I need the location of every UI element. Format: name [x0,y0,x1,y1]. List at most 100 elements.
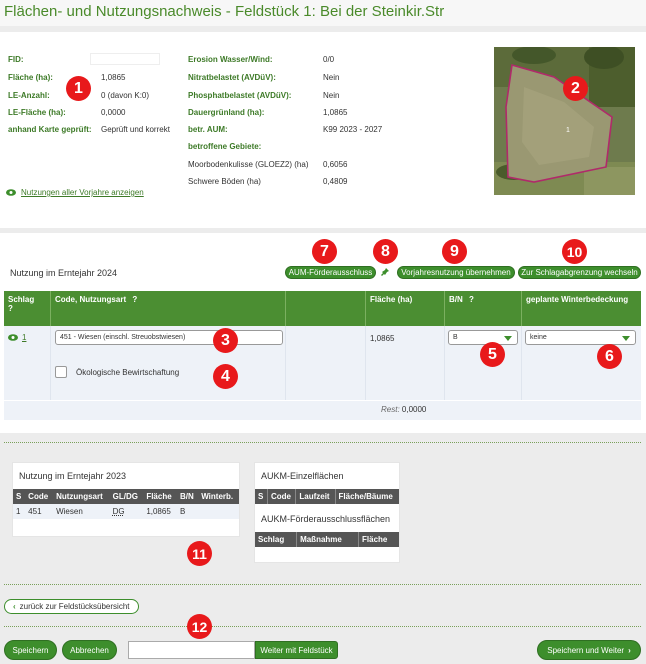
vorjahresnutzung-button[interactable]: Vorjahresnutzung übernehmen [397,266,515,279]
bn-select-value: B [453,334,458,341]
dauergruenland-label: Dauergrünland (ha): [188,108,265,117]
cell-empty [286,326,366,400]
map-field-number: 1 [566,127,570,134]
marker-2: 2 [563,76,588,101]
flaeche-value: 1,0865 [101,73,126,82]
pin-icon[interactable] [380,267,390,277]
prev-h-s: S [13,489,26,504]
chevron-right-icon: › [628,645,631,655]
schlag-link[interactable]: 1 [22,333,26,342]
karte-label: anhand Karte geprüft: [8,125,92,134]
dauergruenland-value: 1,0865 [323,108,348,117]
rest-label-text: Rest: [381,405,400,414]
nutzung-title: Nutzung im Erntejahr 2024 [10,268,118,278]
col-bn-help[interactable]: ? [469,295,474,304]
prev-c-s: 1 [16,507,21,516]
schlag-cell[interactable]: 1 [8,333,26,342]
marker-7: 7 [312,239,337,264]
marker-3: 3 [213,328,238,353]
code-input[interactable]: 451 - Wiesen (einschl. Streuobstwiesen) [55,330,283,345]
marker-8: 8 [373,239,398,264]
gebiete-label: betroffene Gebiete: [188,142,262,151]
aukm-einzel-header-row: S Code Laufzeit Fläche/Bäume [255,489,399,504]
prev-c-flaeche: 1,0865 [146,507,171,516]
col-winter: geplante Winterbedeckung [526,295,629,304]
prev-year-header-row: S Code Nutzungsart GL/DG Fläche B/N Wint… [13,489,239,504]
erosion-label: Erosion Wasser/Wind: [188,55,273,64]
col-bn-label: B/N [449,295,463,304]
feldstueck-input[interactable] [128,641,255,659]
vorjahre-link-text[interactable]: Nutzungen aller Vorjahre anzeigen [21,188,144,197]
flaeche-label: Fläche (ha): [8,73,53,82]
save-next-label: Speichern und Weiter [547,645,625,655]
aum-value: K99 2023 - 2027 [323,125,383,134]
marker-4: 4 [213,364,238,389]
oeko-checkbox[interactable] [55,366,67,378]
divider [4,626,641,627]
prev-c-gldg: DG [112,507,125,516]
prev-h-flaeche: Fläche [143,489,177,504]
karte-value: Geprüft und korrekt [101,125,170,134]
prev-c-nutzungsart: Wiesen [56,507,83,516]
aukm-ausschluss-table: Schlag Maßnahme Fläche [255,532,399,547]
le-anzahl-value: 0 (davon K:0) [101,91,150,100]
prev-h-nutzungsart: Nutzungsart [53,489,110,504]
le-flaeche-value: 0,0000 [101,108,126,117]
rest-row [4,400,641,420]
oeko-label: Ökologische Bewirtschaftung [76,368,180,377]
eye-icon [8,334,18,341]
col-schlag-label: Schlag [8,295,35,304]
aukm-card: AUKM-Einzelflächen S Code Laufzeit Fläch… [254,462,400,563]
moor-label: Moorbodenkulisse (GLOEZ2) (ha) [188,160,309,169]
marker-12: 12 [187,614,212,639]
aukm-ausschluss-title: AUKM-Förderausschlussflächen [261,514,391,524]
prev-h-gldg: GL/DG [109,489,144,504]
col-flaeche: Fläche (ha) [366,291,445,326]
vorjahre-link[interactable]: Nutzungen aller Vorjahre anzeigen [6,188,144,197]
aum-label: betr. AUM: [188,125,228,134]
table-row: 1 451 Wiesen DG 1,0865 B [13,504,239,519]
col-code-help[interactable]: ? [132,295,137,304]
chevron-left-icon: ‹ [13,602,16,611]
prev-h-bn: B/N [176,489,199,504]
prev-c-code: 451 [28,507,42,516]
erosion-value: 0/0 [323,55,335,64]
prev-year-card: Nutzung im Erntejahr 2023 S Code Nutzung… [12,462,240,537]
aukm-einzel-table: S Code Laufzeit Fläche/Bäume [255,489,399,504]
nitrat-label: Nitratbelastet (AVDüV): [188,73,276,82]
eye-icon [6,189,16,196]
prev-h-code: Code [25,489,54,504]
col-code-label: Code, Nutzungsart [55,295,127,304]
rest-value: 0,0000 [401,405,427,414]
phosphat-value: Nein [323,91,340,100]
winter-select[interactable]: keine [525,330,636,345]
fid-label: FID: [8,55,24,64]
back-button-label: zurück zur Feldstücksübersicht [19,602,130,611]
save-next-button[interactable]: Speichern und Weiter › [537,640,641,660]
nutzung-table-header: Schlag ? Code, Nutzungsart ? Fläche (ha)… [4,291,641,326]
aukm2-h-schlag: Schlag [255,532,298,547]
map-thumbnail[interactable]: 1 [494,47,635,195]
back-button[interactable]: ‹ zurück zur Feldstücksübersicht [4,599,139,614]
nitrat-value: Nein [323,73,340,82]
col-schlag: Schlag ? [4,291,51,326]
divider [4,584,641,585]
phosphat-label: Phosphatbelastet (AVDüV): [188,91,292,100]
bn-select[interactable]: B [448,330,518,345]
col-code: Code, Nutzungsart ? [51,291,286,326]
aukm-h-s: S [255,489,268,504]
cancel-button[interactable]: Abbrechen [62,640,117,660]
schlagabgrenzung-button[interactable]: Zur Schlagabgrenzung wechseln [518,266,641,279]
col-schlag-help[interactable]: ? [8,304,46,313]
save-button[interactable]: Speichern [4,640,57,660]
aukm2-h-massnahme: Maßnahme [296,532,360,547]
aukm-ausschluss-header-row: Schlag Maßnahme Fläche [255,532,399,547]
prev-year-title: Nutzung im Erntejahr 2023 [19,471,127,481]
winter-select-value: keine [530,334,547,341]
chevron-down-icon [504,336,512,341]
col-empty [286,291,366,326]
le-flaeche-label: LE-Fläche (ha): [8,108,66,117]
divider [4,442,641,443]
aum-foerderausschluss-button[interactable]: AUM-Förderausschluss [285,266,376,279]
weiter-mit-feldstueck-button[interactable]: Weiter mit Feldstück [255,641,338,659]
